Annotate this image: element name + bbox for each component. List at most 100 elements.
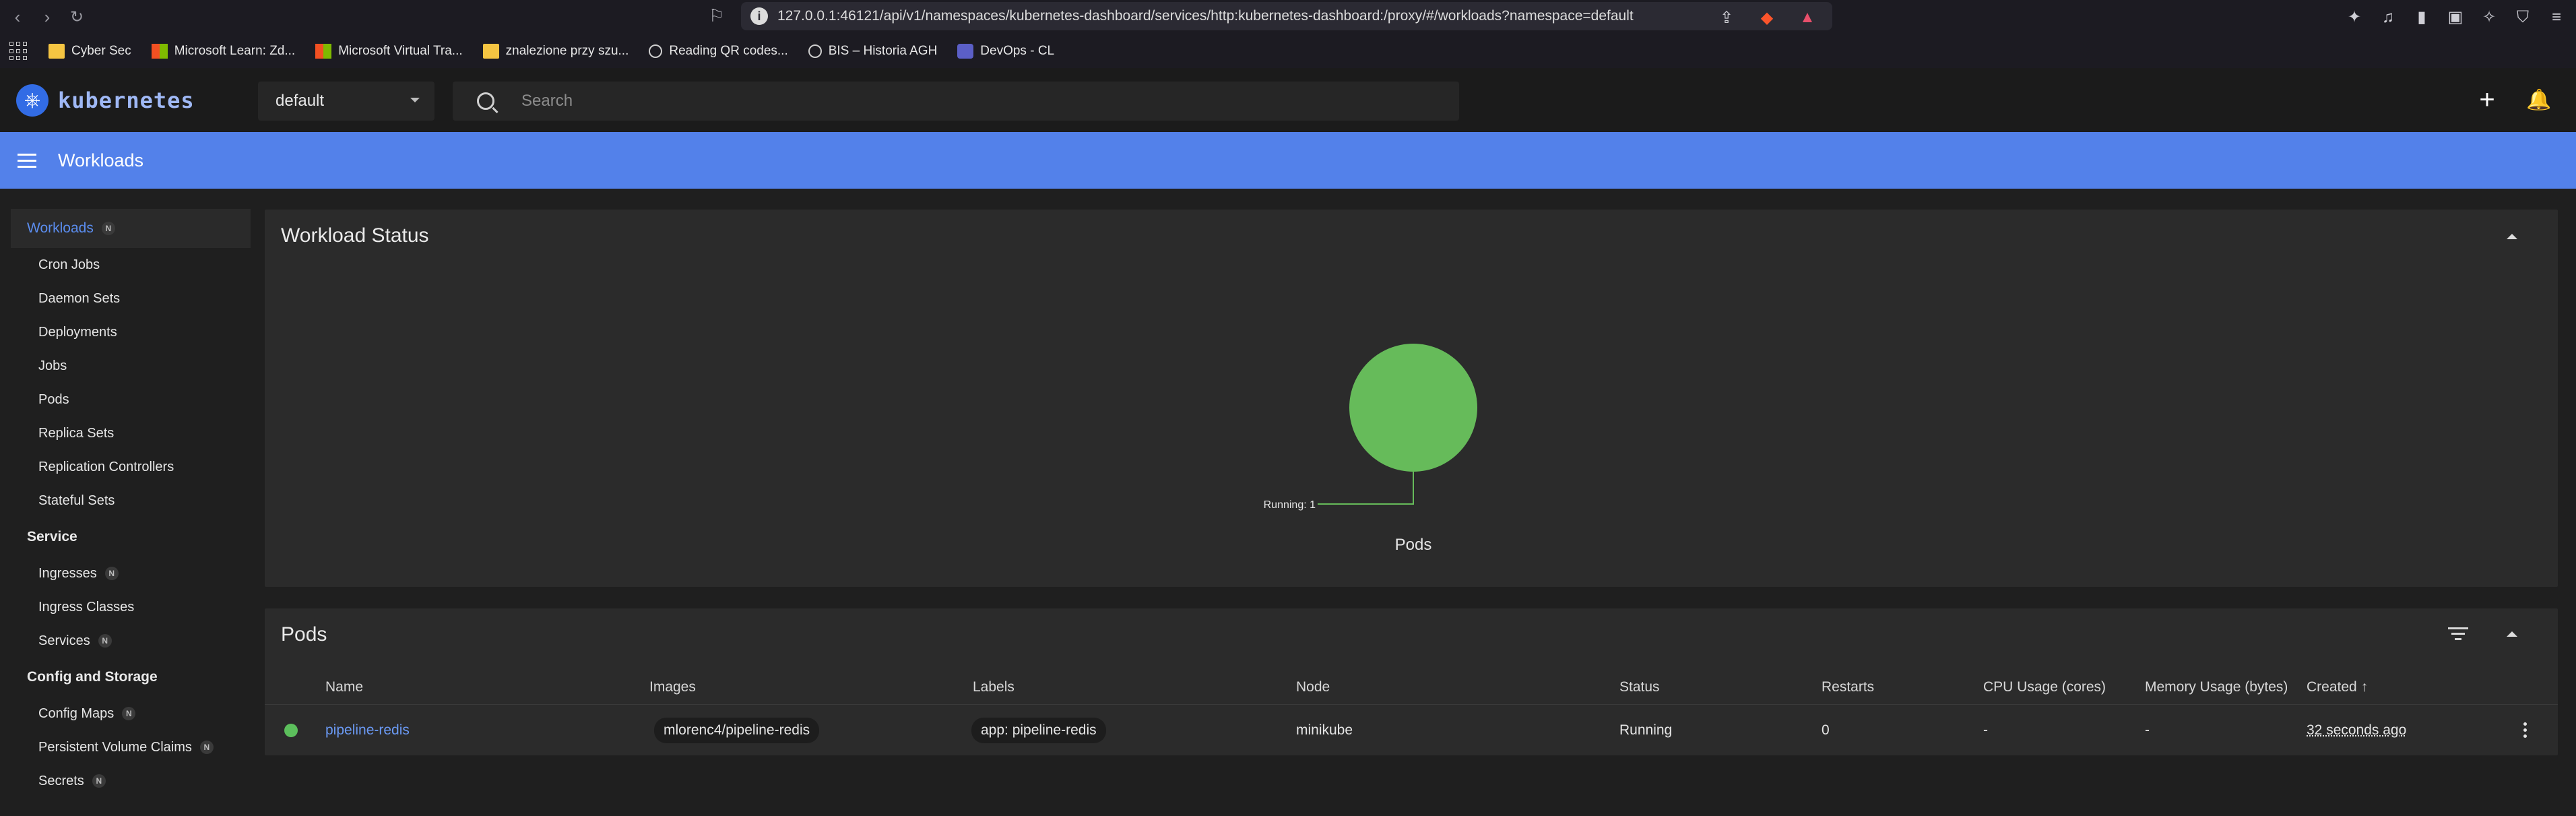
bookmark-item[interactable]: Microsoft Virtual Tra... [315, 44, 463, 59]
sidebar-item-label: Replication Controllers [38, 459, 174, 474]
sidebar-section-config-and-storage: Config and Storage [0, 658, 256, 697]
bookmark-label: DevOps - CL [980, 44, 1055, 58]
table-row: pipeline-redis mlorenc4/pipeline-redis a… [265, 704, 2558, 755]
create-resource-button[interactable]: + [2472, 86, 2502, 116]
search-bar[interactable] [453, 82, 1459, 121]
memory-value: - [2145, 722, 2150, 738]
brave-shield-icon[interactable]: ◆ [1756, 6, 1778, 29]
bookmark-label: Microsoft Learn: Zd... [174, 44, 296, 58]
sidebar-item-ingress-classes[interactable]: Ingress Classes [0, 590, 256, 624]
menu-toggle-icon[interactable] [18, 153, 36, 168]
filter-icon[interactable] [2448, 627, 2468, 640]
teams-icon [957, 44, 974, 59]
back-icon[interactable]: ‹ [3, 3, 32, 32]
site-info-icon[interactable]: i [750, 7, 768, 25]
card-title: Pods [281, 623, 327, 646]
pod-name-link[interactable]: pipeline-redis [325, 722, 410, 739]
sidebar-item-label: Deployments [38, 324, 117, 340]
column-header-created[interactable]: Created ↑ [2307, 679, 2368, 695]
sidebar-item-label: Stateful Sets [38, 493, 115, 508]
sidebar-item-replication-controllers[interactable]: Replication Controllers [0, 450, 256, 484]
created-value: 32 seconds ago [2307, 722, 2407, 738]
sidebar-item-label: Jobs [38, 358, 67, 373]
pods-card: Pods Name Images Labels Node Status Rest… [265, 608, 2558, 755]
column-header-status: Status [1619, 679, 1660, 695]
sidebar-item-persistent-volume-claims[interactable]: Persistent Volume Claims N [0, 730, 256, 764]
bookmark-item[interactable]: Cyber Sec [49, 44, 131, 59]
sidebar-section-workloads[interactable]: Workloads N [11, 209, 251, 248]
leo-ai-icon[interactable]: ✧ [2478, 6, 2501, 29]
folder-icon [49, 44, 65, 59]
rewards-icon[interactable]: ▲ [1796, 6, 1819, 29]
search-input[interactable] [521, 92, 1397, 111]
sidebar-item-label: Replica Sets [38, 425, 115, 441]
sort-ascending-icon: ↑ [2360, 679, 2369, 695]
sidebar-toggle-icon[interactable]: ▮ [2410, 6, 2433, 29]
bookmark-item[interactable]: Microsoft Learn: Zd... [151, 44, 296, 59]
bookmark-label: znalezione przy szu... [505, 44, 629, 58]
column-header-images: Images [649, 679, 696, 695]
menu-icon[interactable]: ≡ [2545, 6, 2568, 29]
kubernetes-logo[interactable]: ⎈ kubernetes [16, 84, 195, 117]
bookmark-item[interactable]: znalezione przy szu... [482, 44, 629, 59]
collapse-up-icon[interactable] [2507, 631, 2517, 637]
table-header: Name Images Labels Node Status Restarts … [265, 670, 2558, 704]
sidebar-item-stateful-sets[interactable]: Stateful Sets [0, 484, 256, 517]
forward-icon[interactable]: › [32, 3, 62, 32]
sidebar-item-ingresses[interactable]: Ingresses N [0, 557, 256, 590]
bookmark-page-icon[interactable]: ⚐ [709, 5, 724, 26]
running-status-icon [284, 723, 298, 737]
sidebar-item-secrets[interactable]: Secrets N [0, 764, 256, 798]
sidebar-section-label: Config and Storage [27, 669, 158, 685]
namespace-selector[interactable]: default [258, 82, 434, 121]
sidebar-item-label: Persistent Volume Claims [38, 739, 192, 755]
column-header-created-label: Created [2307, 679, 2357, 695]
chevron-down-icon [410, 98, 420, 102]
bookmark-label: BIS – Historia AGH [828, 44, 938, 58]
sidebar-section-label: Service [27, 529, 77, 544]
extensions-icon[interactable]: ✦ [2343, 6, 2366, 29]
globe-icon [649, 44, 663, 58]
sidebar-item-pods[interactable]: Pods [0, 383, 256, 416]
bookmark-item[interactable]: BIS – Historia AGH [808, 44, 938, 59]
namespaced-badge: N [101, 222, 115, 235]
sidebar-item-config-maps[interactable]: Config Maps N [0, 697, 256, 730]
bookmark-item[interactable]: DevOps - CL [957, 44, 1054, 59]
sidebar-item-cron-jobs[interactable]: Cron Jobs [0, 248, 256, 282]
extensions-area: ✦ ♫ ▮ ▣ ✧ ⛉ ≡ [2343, 0, 2576, 34]
namespace-value: default [276, 92, 325, 110]
sidebar-item-daemon-sets[interactable]: Daemon Sets [0, 282, 256, 315]
sidebar-item-replica-sets[interactable]: Replica Sets [0, 416, 256, 450]
page-title: Workloads [58, 150, 144, 170]
namespaced-badge: N [104, 567, 119, 580]
wallet-icon[interactable]: ▣ [2444, 6, 2467, 29]
sidebar-item-label: Config Maps [38, 705, 115, 721]
address-bar[interactable]: i 127.0.0.1:46121/api/v1/namespaces/kube… [741, 2, 1832, 30]
apps-grid-icon[interactable] [9, 42, 28, 61]
share-icon[interactable]: ⇪ [1715, 6, 1738, 29]
more-actions-icon[interactable] [2523, 722, 2527, 738]
column-header-cpu: CPU Usage (cores) [1983, 679, 2106, 695]
sidebar-item-deployments[interactable]: Deployments [0, 315, 256, 349]
page-toolbar: Workloads [0, 132, 2576, 189]
sidebar-item-jobs[interactable]: Jobs [0, 349, 256, 383]
app-header: ⎈ kubernetes default + 🔔 [0, 68, 2576, 132]
url-text: 127.0.0.1:46121/api/v1/namespaces/kubern… [777, 8, 1634, 24]
sidebar-item-label: Secrets [38, 773, 84, 788]
sidebar-item-label: Services [38, 633, 90, 648]
sidebar-item-services[interactable]: Services N [0, 624, 256, 658]
sidebar: Workloads N Cron Jobs Daemon Sets Deploy… [0, 189, 256, 816]
namespaced-badge: N [98, 634, 112, 648]
vpn-icon[interactable]: ⛉ [2511, 6, 2534, 29]
music-icon[interactable]: ♫ [2377, 6, 2400, 29]
column-header-name[interactable]: Name [325, 679, 363, 695]
column-header-labels: Labels [973, 679, 1015, 695]
node-value: minikube [1296, 722, 1353, 738]
status-value: Running [1619, 722, 1673, 738]
notifications-bell-icon[interactable]: 🔔 [2525, 87, 2552, 114]
sidebar-item-label: Pods [38, 391, 69, 407]
search-icon [477, 92, 494, 110]
microsoft-icon [315, 44, 332, 59]
bookmark-item[interactable]: Reading QR codes... [649, 44, 788, 59]
reload-icon[interactable]: ↻ [62, 3, 92, 32]
